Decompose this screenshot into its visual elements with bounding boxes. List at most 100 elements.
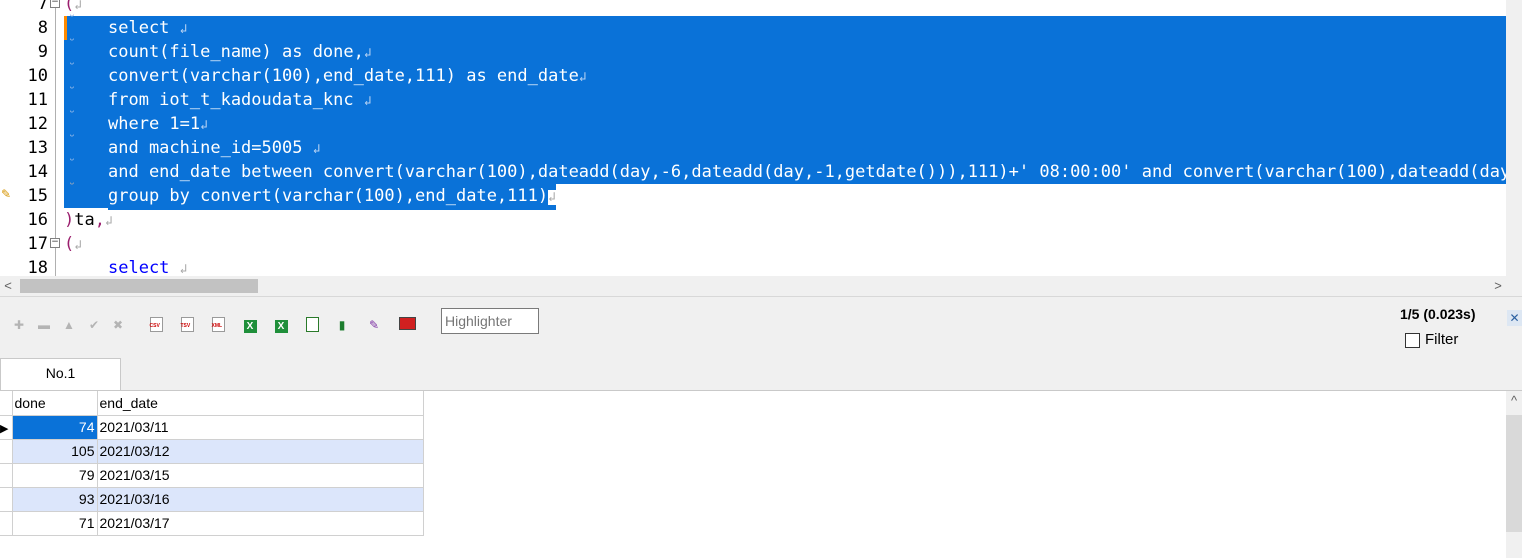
row-indicator[interactable] xyxy=(0,438,13,464)
code-line[interactable]: ˘ from iot_t_kadoudata_knc ↲ xyxy=(64,86,1506,112)
line-end-icon: ↲ xyxy=(74,238,83,253)
grid-vertical-scrollbar[interactable]: ^ xyxy=(1506,391,1522,558)
scroll-left-icon[interactable]: < xyxy=(0,276,16,296)
code-line[interactable]: ˘ group by convert(varchar(100),end_date,… xyxy=(64,182,1506,210)
code-token: select xyxy=(108,258,180,276)
code-line[interactable]: ˘ and machine_id=5005 ↲ xyxy=(64,134,1506,160)
cell-end-date[interactable]: 2021/03/15 xyxy=(96,462,424,488)
line-number: 16 xyxy=(27,210,48,230)
row-indicator[interactable] xyxy=(0,510,13,536)
line-number: 8 xyxy=(37,18,48,38)
code-line[interactable]: ˘ convert(varchar(100),end_date,111) as e… xyxy=(64,62,1506,88)
result-tabs: No.1 xyxy=(0,358,1522,391)
scroll-corner xyxy=(1506,276,1522,296)
code-line[interactable]: select ↲ xyxy=(64,256,1506,276)
scroll-right-icon[interactable]: > xyxy=(1490,276,1506,296)
line-number: 14 xyxy=(27,162,48,182)
code-token: where 1=1 xyxy=(108,114,201,134)
gutter-line: 17− xyxy=(0,232,64,256)
export-tsv-icon[interactable]: TSV xyxy=(178,317,196,333)
close-icon[interactable]: ✕ xyxy=(1507,310,1522,326)
line-number: 12 xyxy=(27,114,48,134)
code-line[interactable]: (↲ xyxy=(64,232,1506,256)
gutter-line: 8 xyxy=(0,16,64,40)
gutter-line: 14 xyxy=(0,160,64,184)
fold-toggle-icon[interactable]: − xyxy=(50,0,60,8)
cancel-icon[interactable]: ✖ xyxy=(111,317,125,333)
filter-label: Filter xyxy=(1425,331,1459,348)
bookmark-icon[interactable]: ✎ xyxy=(1,187,14,201)
move-up-icon[interactable]: ▲ xyxy=(62,317,76,333)
code-line[interactable]: ˘ where 1=1↲ xyxy=(64,110,1506,136)
table-row[interactable]: 105 2021/03/12 xyxy=(0,438,424,464)
gutter-line: 13 xyxy=(0,136,64,160)
grid-scrollbar-thumb[interactable] xyxy=(1506,415,1522,532)
edit-icon[interactable]: ✎ xyxy=(367,317,381,333)
code-token: and machine_id=5005 xyxy=(108,138,313,158)
row-indicator[interactable] xyxy=(0,486,13,512)
column-header-done[interactable]: done xyxy=(11,391,98,416)
table-row[interactable]: ▶ 74 2021/03/11 xyxy=(0,414,424,440)
line-end-icon: ↲ xyxy=(578,70,587,85)
cell-done[interactable]: 105 xyxy=(11,438,98,464)
line-number: 10 xyxy=(27,66,48,86)
cell-done[interactable]: 74 xyxy=(11,414,98,440)
filter-checkbox[interactable] xyxy=(1405,333,1420,348)
row-indicator[interactable] xyxy=(0,462,13,488)
code-token: select xyxy=(108,18,180,38)
row-indicator[interactable]: ▶ xyxy=(0,414,13,440)
line-end-icon: ↲ xyxy=(363,46,372,61)
cell-done[interactable]: 79 xyxy=(11,462,98,488)
gutter-line: 16 xyxy=(0,208,64,232)
cell-end-date[interactable]: 2021/03/12 xyxy=(96,438,424,464)
line-number: 11 xyxy=(27,90,48,110)
table-row[interactable]: 93 2021/03/16 xyxy=(0,486,424,512)
highlighter-input[interactable] xyxy=(441,308,539,334)
code-line[interactable]: ˘ select ↲ xyxy=(64,14,1506,40)
export-sql-icon[interactable]: ▮ xyxy=(335,317,349,333)
gutter-line: 18 xyxy=(0,256,64,276)
editor-vertical-scrollbar[interactable] xyxy=(1506,0,1522,276)
table-row[interactable]: 79 2021/03/15 xyxy=(0,462,424,488)
code-token: from iot_t_kadoudata_knc xyxy=(108,90,364,110)
table-row[interactable]: 71 2021/03/17 xyxy=(0,510,424,536)
code-token: group by convert(varchar(100),end_date,1… xyxy=(108,186,549,206)
code-token: ) xyxy=(64,210,75,230)
cell-end-date[interactable]: 2021/03/17 xyxy=(96,510,424,536)
code-token: ( xyxy=(64,234,75,254)
export-xml-icon[interactable]: XML xyxy=(209,317,227,333)
column-header-end-date[interactable]: end_date xyxy=(96,391,424,416)
code-line[interactable]: )ta,↲ xyxy=(64,208,1506,232)
export-csv-icon[interactable]: CSV xyxy=(147,317,165,333)
cell-done[interactable]: 93 xyxy=(11,486,98,512)
result-grid[interactable]: done end_date ▶ 74 2021/03/11 105 2021/03/12… xyxy=(0,391,1506,558)
indent-marker: ˘ xyxy=(68,38,76,53)
clear-icon[interactable] xyxy=(398,317,416,333)
indent-marker: ˘ xyxy=(68,158,76,173)
cell-done[interactable]: 71 xyxy=(11,510,98,536)
line-end-icon: ↲ xyxy=(179,22,188,37)
cell-end-date[interactable]: 2021/03/16 xyxy=(96,486,424,512)
code-line[interactable]: ˘ count(file_name) as done,↲ xyxy=(64,38,1506,64)
fold-toggle-icon[interactable]: − xyxy=(50,238,60,248)
sql-editor[interactable]: 7− (↲ 8 ˘ select ↲ 9 ˘ count(file_name) as done… xyxy=(0,0,1506,276)
export-excel-icon[interactable]: X xyxy=(242,317,258,333)
gutter-line: 10 xyxy=(0,64,64,88)
export-html-icon[interactable] xyxy=(303,317,321,333)
indent-marker: ˘ xyxy=(68,134,76,149)
line-number: 15 xyxy=(27,186,48,206)
add-row-icon[interactable]: ✚ xyxy=(12,317,26,333)
scroll-up-icon[interactable]: ^ xyxy=(1506,393,1522,408)
line-number: 9 xyxy=(37,42,48,62)
editor-horizontal-scrollbar[interactable]: < > xyxy=(0,276,1506,296)
apply-icon[interactable]: ✔ xyxy=(87,317,101,333)
grid-header-row: done end_date xyxy=(0,391,424,416)
export-excel-all-icon[interactable]: X xyxy=(273,317,289,333)
scrollbar-thumb[interactable] xyxy=(20,279,258,293)
code-line[interactable]: ˘ and end_date between convert(varchar(10… xyxy=(64,158,1506,184)
tab-result-1[interactable]: No.1 xyxy=(0,358,121,390)
code-line[interactable]: (↲ xyxy=(64,0,1506,16)
delete-row-icon[interactable]: ▬ xyxy=(37,317,51,333)
cell-end-date[interactable]: 2021/03/11 xyxy=(96,414,424,440)
gutter-line: 7− xyxy=(0,0,64,16)
